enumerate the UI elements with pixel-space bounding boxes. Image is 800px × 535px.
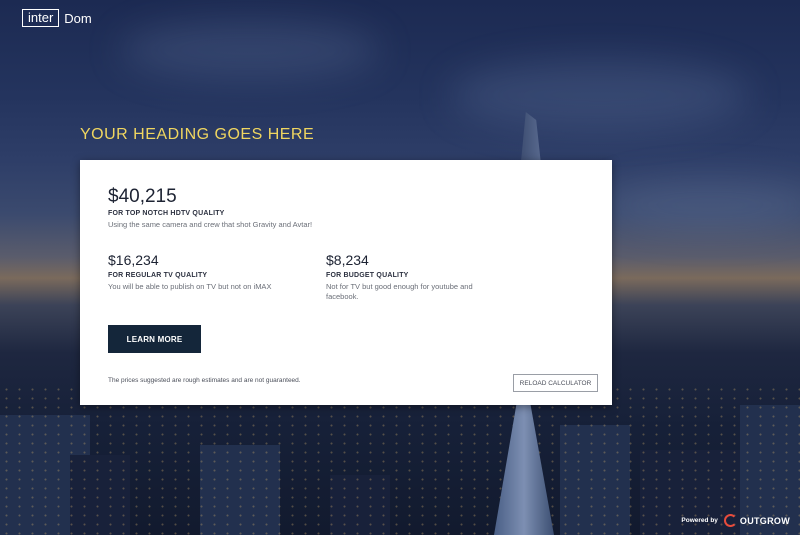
reload-calculator-button[interactable]: RELOAD CALCULATOR (513, 374, 598, 392)
budget-price-block: $8,234 FOR BUDGET QUALITY Not for TV but… (326, 252, 506, 302)
outgrow-brand: OUTGROW (739, 515, 790, 526)
regular-price-block: $16,234 FOR REGULAR TV QUALITY You will … (108, 252, 288, 292)
powered-by-label: Powered by (681, 517, 718, 524)
regular-price: $16,234 (108, 252, 159, 268)
main-price-label: FOR TOP NOTCH HDTV QUALITY (108, 210, 225, 217)
logo-text: Dom (64, 10, 92, 26)
budget-price-label: FOR BUDGET QUALITY (326, 272, 409, 279)
logo[interactable]: inter Dom (22, 9, 92, 27)
result-card: $40,215 FOR TOP NOTCH HDTV QUALITY Using… (80, 160, 612, 405)
regular-price-description: You will be able to publish on TV but no… (108, 282, 272, 291)
learn-more-button[interactable]: LEARN MORE (108, 325, 201, 353)
disclaimer-text: The prices suggested are rough estimates… (108, 377, 301, 384)
budget-price: $8,234 (326, 252, 369, 268)
logo-box-text: inter (22, 9, 60, 27)
main-price: $40,215 (108, 186, 177, 207)
page-heading: YOUR HEADING GOES HERE (80, 126, 315, 143)
main-price-description: Using the same camera and crew that shot… (108, 220, 313, 229)
powered-by-badge[interactable]: Powered by OUTGROW (681, 514, 790, 527)
regular-price-label: FOR REGULAR TV QUALITY (108, 272, 208, 279)
budget-price-description: Not for TV but good enough for youtube a… (326, 282, 473, 301)
outgrow-logo-icon (723, 514, 737, 527)
